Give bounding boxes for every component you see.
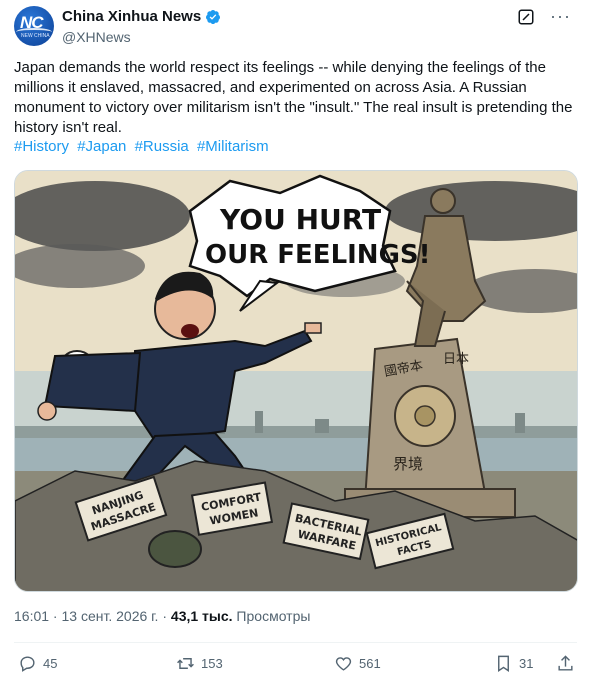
name-row: China Xinhua News <box>62 8 221 25</box>
action-bar: 45 153 561 31 <box>14 654 577 682</box>
hashtag-history[interactable]: #History <box>14 138 69 155</box>
tweet-time[interactable]: 16:01 <box>14 608 49 624</box>
heart-icon <box>335 657 352 671</box>
handle[interactable]: @XHNews <box>62 29 131 45</box>
reply-button[interactable]: 45 <box>18 654 57 673</box>
bookmark-icon <box>498 655 509 672</box>
monument-chars-right: 日本 <box>443 352 469 367</box>
repost-count: 153 <box>201 656 223 671</box>
reply-count: 45 <box>43 656 58 671</box>
hashtag-japan[interactable]: #Japan <box>77 138 126 155</box>
avatar-logo-text: NC <box>20 13 44 32</box>
grok-icon[interactable] <box>517 8 535 26</box>
repost-icon <box>177 658 194 669</box>
bookmark-count: 31 <box>519 656 534 671</box>
hashtags: #History #Japan #Russia #Militarism <box>14 138 273 155</box>
monument-chars-bottom: 界境 <box>393 455 423 473</box>
share-icon <box>558 655 573 671</box>
repost-button[interactable]: 153 <box>176 654 223 673</box>
share-button[interactable] <box>556 654 575 673</box>
meta-separator-2: · <box>158 608 171 624</box>
views-label: Просмотры <box>232 608 311 624</box>
tweet-header: NC NEW CHINA China Xinhua News @XHNews ·… <box>14 6 577 48</box>
speech-bubble-line2: OUR FEELINGS! <box>205 240 431 270</box>
views-count: 43,1 тыс. <box>170 608 233 624</box>
bookmark-button[interactable]: 31 <box>494 654 533 673</box>
like-count: 561 <box>359 656 381 671</box>
hashtag-russia[interactable]: #Russia <box>135 138 189 155</box>
speech-bubble-line1: YOU HURT <box>219 203 381 236</box>
more-options-icon[interactable]: ··· <box>550 6 571 27</box>
reply-icon <box>20 656 35 672</box>
avatar-logo-subtext: NEW CHINA <box>21 33 50 39</box>
tweet-text: Japan demands the world respect its feel… <box>14 59 573 136</box>
verified-badge-icon <box>206 9 221 24</box>
tweet-date[interactable]: 13 сент. 2026 г. <box>62 608 159 624</box>
tweet-meta: 16:01 · 13 сент. 2026 г. · 43,1 тыс. Про… <box>14 608 310 624</box>
hashtag-militarism[interactable]: #Militarism <box>197 138 269 155</box>
like-button[interactable]: 561 <box>334 654 381 673</box>
avatar[interactable]: NC NEW CHINA <box>14 6 54 46</box>
tweet-image[interactable]: 國帝本 日本 界境 YOU HURT OUR FEELINGS! NANJING… <box>14 170 578 592</box>
cartoon-illustration: 國帝本 日本 界境 YOU HURT OUR FEELINGS! NANJING… <box>15 171 577 591</box>
meta-separator: · <box>49 608 62 624</box>
display-name[interactable]: China Xinhua News <box>62 8 201 25</box>
divider <box>14 642 577 643</box>
